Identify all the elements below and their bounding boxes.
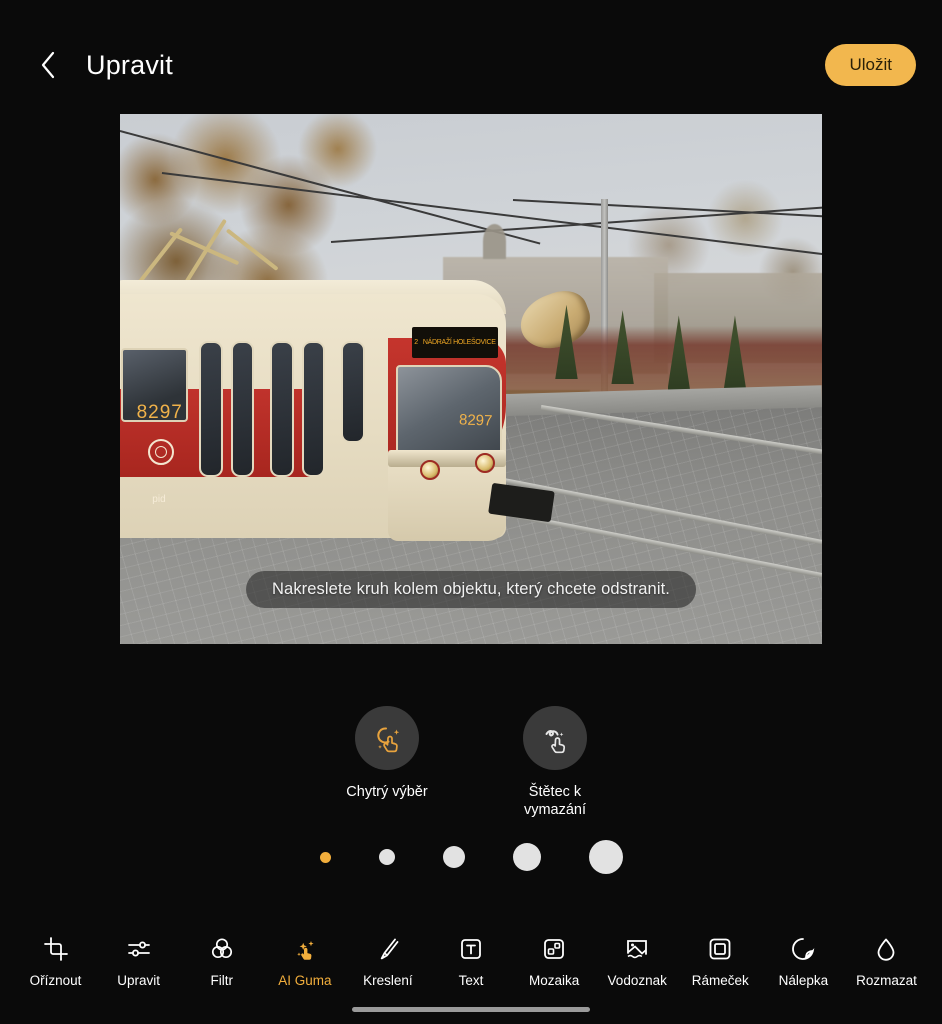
toolbar-item-blur[interactable]: Rozmazat <box>845 934 928 988</box>
eraser-brush-icon <box>545 730 566 754</box>
toolbar-item-crop[interactable]: Oříznout <box>14 934 97 988</box>
brush-size-option-2[interactable] <box>378 849 395 865</box>
tram-door-window <box>270 341 294 477</box>
toolbar-item-text[interactable]: Text <box>429 934 512 988</box>
route-number: 2 <box>414 339 418 347</box>
text-box-icon <box>456 934 486 964</box>
tool-mode-eraser-brush[interactable]: Štětec k vymazání <box>492 706 618 819</box>
headlight <box>419 459 440 480</box>
destination-sign: 2 NÁDRAŽÍ HOLEŠOVICE <box>411 327 499 358</box>
brush-size-option-3[interactable] <box>442 846 465 868</box>
tram-rail <box>540 405 822 472</box>
brush-size-selector <box>0 840 942 874</box>
photo-preview[interactable]: 2 NÁDRAŽÍ HOLEŠOVICE 8297 pid 8297 Nakre… <box>120 114 822 644</box>
toolbar-label: Upravit <box>117 973 161 988</box>
tram-door-window <box>230 341 255 477</box>
pid-label: pid <box>152 493 166 505</box>
chevron-left-icon <box>41 51 55 79</box>
toolbar-label: Vodoznak <box>607 973 667 988</box>
tram-door-window <box>340 341 365 443</box>
tram-door-window <box>199 341 224 477</box>
ai-eraser-hand-icon <box>290 934 320 964</box>
home-indicator[interactable] <box>352 1007 590 1012</box>
headlight <box>474 452 495 473</box>
toolbar-label: Filtr <box>210 973 233 988</box>
toolbar-label: Mozaika <box>528 973 580 988</box>
toolbar-item-filter[interactable]: Filtr <box>180 934 263 988</box>
mosaic-icon <box>539 934 569 964</box>
toolbar-label: Text <box>458 973 484 988</box>
filter-circles-icon <box>207 934 237 964</box>
watermark-image-icon <box>622 934 652 964</box>
tool-mode-label-line2: vymazání <box>523 802 587 818</box>
editor-toolbar: Oříznout Upravit Filtr AI Guma Kreslení … <box>0 934 942 988</box>
tool-mode-label: Štětec k vymazání <box>524 783 586 819</box>
sliders-icon <box>124 934 154 964</box>
toolbar-label: Nálepka <box>778 973 829 988</box>
photo-editor-screen: Upravit Uložit 2 NÁDRAŽÍ HOLEŠOVICE 8297… <box>0 0 942 1024</box>
tool-mode-label-line1: Štětec k <box>528 784 582 800</box>
app-header: Upravit Uložit <box>0 0 942 114</box>
save-button[interactable]: Uložit <box>825 44 916 86</box>
tool-mode-smart-select[interactable]: Chytrý výběr <box>324 706 450 819</box>
page-title: Upravit <box>86 49 173 80</box>
brush-size-option-1[interactable] <box>319 851 331 863</box>
toolbar-item-sticker[interactable]: Nálepka <box>762 934 845 988</box>
eraser-brush-button[interactable] <box>523 706 587 770</box>
brush-size-option-4[interactable] <box>512 843 541 871</box>
toolbar-item-ai-eraser[interactable]: AI Guma <box>263 934 346 988</box>
toolbar-item-drawing[interactable]: Kreslení <box>346 934 429 988</box>
tool-mode-label: Chytrý výběr <box>346 784 428 800</box>
hint-text: Nakreslete kruh kolem objektu, který chc… <box>246 571 696 608</box>
brush-size-option-5[interactable] <box>588 840 623 874</box>
tram-number-side: 8297 <box>136 402 183 424</box>
photo-canvas[interactable]: 2 NÁDRAŽÍ HOLEŠOVICE 8297 pid 8297 Nakre… <box>120 114 822 644</box>
toolbar-item-adjust[interactable]: Upravit <box>97 934 180 988</box>
back-button[interactable] <box>26 43 70 87</box>
toolbar-label: Rámeček <box>691 973 749 988</box>
frame-icon <box>705 934 735 964</box>
crop-icon <box>41 934 71 964</box>
tool-mode-row: Chytrý výběr Štětec k vymazání <box>0 706 942 819</box>
destination-text: NÁDRAŽÍ HOLEŠOVICE <box>422 339 496 347</box>
toolbar-item-frame[interactable]: Rámeček <box>679 934 762 988</box>
toolbar-label: Oříznout <box>29 973 82 988</box>
sticker-icon <box>788 934 818 964</box>
smart-select-button[interactable] <box>355 706 419 770</box>
brush-icon <box>373 934 403 964</box>
tram-number-front: 8297 <box>458 411 493 430</box>
blur-drop-icon <box>871 934 901 964</box>
toolbar-label: AI Guma <box>278 973 332 988</box>
toolbar-item-watermark[interactable]: Vodoznak <box>596 934 679 988</box>
toolbar-item-mosaic[interactable]: Mozaika <box>513 934 596 988</box>
tram-door-window <box>301 341 326 477</box>
toolbar-label: Kreslení <box>363 973 413 988</box>
smart-select-icon <box>377 727 400 753</box>
tram-vehicle: 2 NÁDRAŽÍ HOLEŠOVICE 8297 pid 8297 <box>120 218 556 575</box>
toolbar-label: Rozmazat <box>856 973 917 988</box>
